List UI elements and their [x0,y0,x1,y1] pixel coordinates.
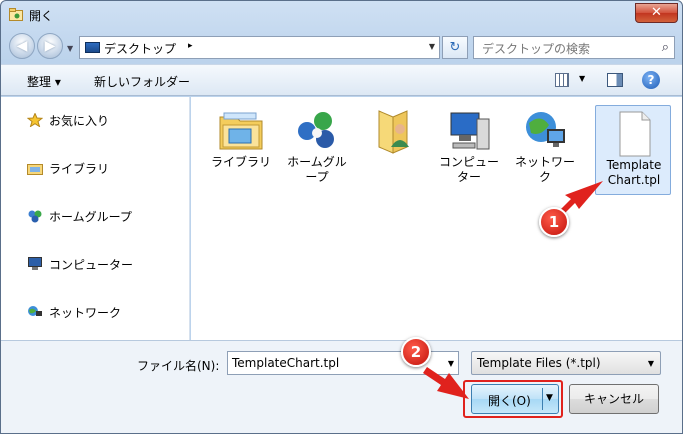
homegroup-icon [298,112,334,148]
organize-menu[interactable]: 整理 ▾ [27,73,61,90]
file-item-computer[interactable]: コンピュー ター [431,103,507,193]
homegroup-icon [28,210,42,223]
computer-icon [450,112,490,150]
file-list: ライブラリ ホームグル ープ コンピュー ター ネットワー ク Template… [191,97,682,340]
new-folder-button[interactable]: 新しいフォルダー [94,73,190,90]
file-item-templatechart[interactable]: Template Chart.tpl [595,105,671,195]
open-button[interactable]: 開く(O) ▼ [471,384,559,414]
network-icon [526,112,565,147]
computer-icon [28,257,42,270]
file-item-homegroup[interactable]: ホームグル ープ [279,103,355,193]
navigation-pane: お気に入り ライブラリ ホームグループ コンピューター ネットワーク [1,97,190,340]
annotation-arrow-2 [423,367,469,399]
search-icon[interactable]: ⌕ [662,40,669,55]
dialog-footer: ファイル名(N): TemplateChart.tpl ▼ Template F… [1,337,682,433]
navigation-bar: ◀ ▶ ▼ デスクトップ ▸ ▼ ↻ デスクトップの検索 ⌕ [1,30,682,62]
search-placeholder: デスクトップの検索 [482,42,591,56]
title-bar: 開く ✕ [1,1,682,29]
open-dialog: 開く ✕ ◀ ▶ ▼ デスクトップ ▸ ▼ ↻ デスクトップの検索 ⌕ 整理 ▾… [0,0,683,434]
close-button[interactable]: ✕ [635,3,678,23]
filename-value[interactable]: TemplateChart.tpl [232,356,339,370]
filetype-select[interactable]: Template Files (*.tpl) ▼ [471,351,661,375]
forward-button[interactable]: ▶ [37,33,63,59]
address-bar[interactable]: デスクトップ ▸ ▼ [79,36,440,59]
help-icon[interactable]: ? [642,71,660,89]
app-icon [9,8,23,21]
step-badge-2: 2 [401,337,431,367]
file-item-libraries[interactable]: ライブラリ [203,103,279,193]
view-dropdown-icon[interactable]: ▼ [579,74,585,83]
view-icon[interactable] [555,73,569,87]
filetype-dropdown-icon[interactable]: ▼ [648,359,654,368]
address-dropdown-icon[interactable]: ▼ [429,42,435,51]
back-button[interactable]: ◀ [9,33,35,59]
command-toolbar: 整理 ▾ 新しいフォルダー ▼ ? [1,64,682,96]
filetype-value[interactable]: Template Files (*.tpl) [477,356,601,370]
network-icon [28,306,42,316]
recent-pages-dropdown-icon[interactable]: ▼ [67,44,73,53]
star-icon [27,113,43,127]
filename-label: ファイル名(N): [137,359,220,373]
address-location[interactable]: デスクトップ [104,40,176,57]
file-icon [619,111,651,157]
breadcrumb-arrow-icon[interactable]: ▸ [188,41,193,51]
file-item-user-folder[interactable] [355,103,431,193]
cancel-button[interactable]: キャンセル [569,384,659,414]
open-dropdown-icon[interactable]: ▼ [546,393,553,403]
search-box[interactable]: デスクトップの検索 ⌕ [473,36,675,59]
library-icon [27,164,43,175]
refresh-button[interactable]: ↻ [442,36,468,59]
library-icon [219,112,263,150]
window-title: 開く [29,9,54,23]
desktop-icon [85,42,100,53]
user-folder-icon [378,110,409,154]
step-badge-1: 1 [539,207,569,237]
preview-pane-icon[interactable] [607,73,623,87]
